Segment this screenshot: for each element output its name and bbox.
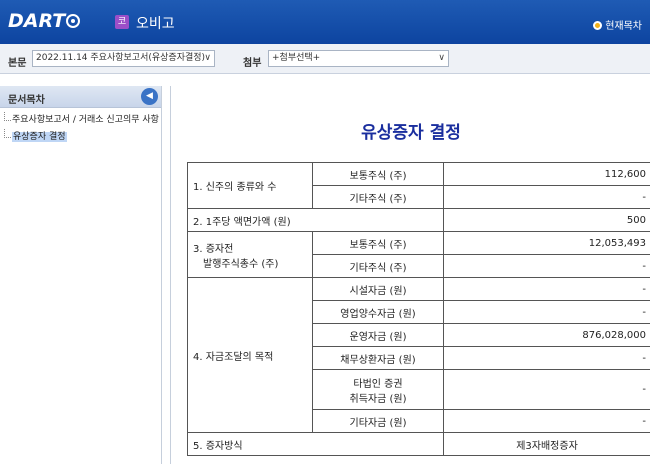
sidebar-title: 문서목차: [8, 95, 45, 106]
toc-sidebar: 문서목차 ◀ 주요사항보고서 / 거래소 신고의무 사항 유상증자 결정: [0, 86, 162, 464]
row-value: -: [443, 300, 650, 324]
sidebar-header: 문서목차 ◀: [0, 86, 161, 108]
document-viewer: 유상증자 결정 1. 신주의 종류와 수 보통주식 (주) 112,600 기타…: [170, 86, 650, 464]
row-value: 12,053,493: [443, 231, 650, 255]
row-value: -: [443, 369, 650, 410]
corp-name: 오비고: [136, 16, 175, 32]
toc-dot-icon: [593, 21, 603, 30]
chevron-down-icon: ∨: [438, 53, 445, 63]
row-sublabel: 타법인 증권 취득자금 (원): [312, 369, 444, 410]
row-sublabel: 기타자금 (원): [312, 409, 444, 433]
main-report-value: 2022.11.14 주요사항보고서(유상증자결정): [36, 53, 206, 63]
chevron-down-icon: ∨: [204, 53, 211, 63]
main-report-label: 본문: [8, 58, 27, 69]
document-title: 유상증자 결정: [361, 123, 461, 143]
row-label-line1: 3. 증자전: [193, 243, 234, 255]
table-row: 3. 증자전 발행주식총수 (주) 보통주식 (주) 12,053,493: [187, 231, 650, 278]
row-value: 876,028,000: [443, 323, 650, 347]
row-value: -: [443, 254, 650, 278]
row-sublabel: 채무상환자금 (원): [312, 346, 444, 370]
row-value: 500: [443, 208, 650, 232]
row-value: -: [443, 346, 650, 370]
logo-text: DART: [8, 10, 66, 32]
row-label: 3. 증자전 발행주식총수 (주): [187, 231, 313, 278]
row-sublabel-line1: 타법인 증권: [353, 378, 403, 390]
attachment-label: 첨부: [243, 58, 262, 69]
row-sublabel-line2: 취득자금 (원): [349, 393, 407, 405]
toc-item-label: 유상증자 결정: [12, 132, 67, 142]
row-label: 1. 신주의 종류와 수: [187, 162, 313, 209]
dart-logo[interactable]: DART: [8, 10, 81, 32]
row-sublabel: 기타주식 (주): [312, 185, 444, 209]
current-toc-link[interactable]: 현재목차: [593, 17, 642, 32]
toc-tree: 주요사항보고서 / 거래소 신고의무 사항 유상증자 결정: [0, 108, 161, 146]
row-label: 5. 증자방식: [187, 432, 444, 456]
row-sublabel: 영업양수자금 (원): [312, 300, 444, 324]
selector-bar: 본문 2022.11.14 주요사항보고서(유상증자결정) ∨ 첨부 +첨부선택…: [0, 44, 650, 74]
attachment-select[interactable]: +첨부선택+ ∨: [268, 50, 449, 67]
row-sublabel: 시설자금 (원): [312, 277, 444, 301]
logo-mark-icon: [66, 14, 81, 28]
table-row: 5. 증자방식 제3자배정증자: [187, 432, 650, 456]
top-header: DART 코 오비고 현재목차: [0, 0, 650, 44]
row-sublabel: 운영자금 (원): [312, 323, 444, 347]
row-sublabel: 보통주식 (주): [312, 162, 444, 186]
row-value: 112,600: [443, 162, 650, 186]
table-row: 1. 신주의 종류와 수 보통주식 (주) 112,600: [187, 162, 650, 209]
row-sublabel: 보통주식 (주): [312, 231, 444, 255]
toc-item-rights-offering[interactable]: 유상증자 결정: [0, 129, 161, 146]
table-row: 2. 1주당 액면가액 (원) 500: [187, 208, 650, 232]
row-label: 4. 자금조달의 목적: [187, 277, 313, 433]
toc-item-label: 주요사항보고서 / 거래소 신고의무 사항: [12, 115, 159, 125]
table-row: 4. 자금조달의 목적 시설자금 (원) -: [187, 277, 650, 433]
row-label: 2. 1주당 액면가액 (원): [187, 208, 444, 232]
row-value: -: [443, 185, 650, 209]
toc-label: 현재목차: [605, 21, 642, 32]
collapse-sidebar-button[interactable]: ◀: [141, 88, 158, 105]
toc-item-report[interactable]: 주요사항보고서 / 거래소 신고의무 사항: [0, 112, 161, 129]
row-value: -: [443, 277, 650, 301]
rights-offering-table: 1. 신주의 종류와 수 보통주식 (주) 112,600 기타주식 (주) -…: [187, 162, 650, 456]
row-value: -: [443, 409, 650, 433]
row-label-line2: 발행주식총수 (주): [203, 258, 279, 270]
row-value: 제3자배정증자: [443, 432, 650, 456]
main-report-select[interactable]: 2022.11.14 주요사항보고서(유상증자결정) ∨: [32, 50, 215, 67]
row-sublabel: 기타주식 (주): [312, 254, 444, 278]
corp-badge: 코: [115, 15, 129, 29]
attachment-value: +첨부선택+: [272, 53, 321, 63]
